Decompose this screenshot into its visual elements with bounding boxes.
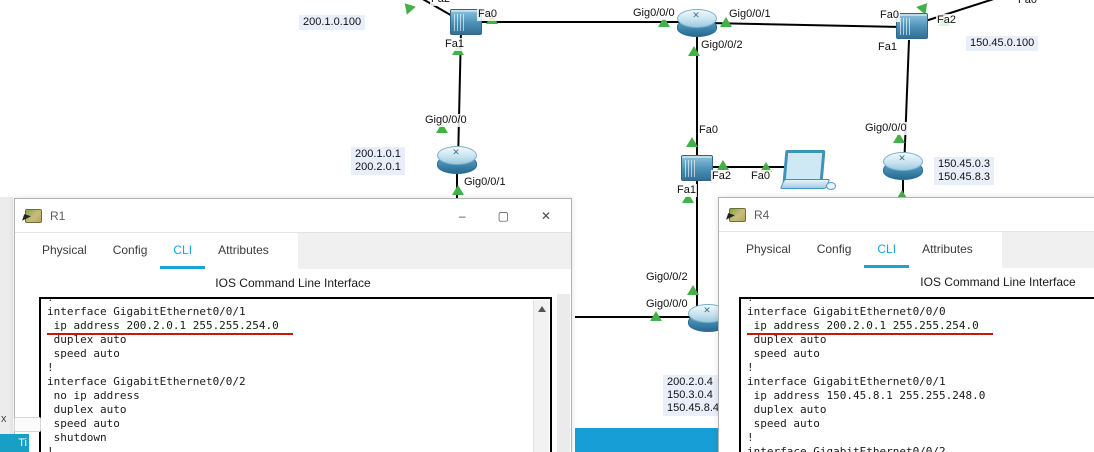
port-label: Gig0/0/0	[424, 114, 468, 127]
device-dialog-icon	[25, 208, 42, 223]
link-status-arrow	[650, 311, 662, 321]
ip-address-label: 150.45.0.3 150.45.8.3	[934, 157, 994, 185]
cli-line: duplex auto	[47, 403, 127, 416]
switch-top-right[interactable]	[896, 13, 928, 39]
bottom-left-tag: Ti	[0, 434, 29, 452]
ip-address-label: 150.45.0.100	[966, 36, 1039, 51]
pc[interactable]	[779, 150, 836, 195]
port-label: Fa2	[430, 0, 451, 6]
realtime-bar-fragment	[575, 428, 718, 452]
link-status-arrow	[686, 137, 698, 147]
port-label: Fa0	[698, 124, 719, 137]
port-label: Fa1	[444, 38, 465, 51]
port-label: Fa0	[750, 170, 771, 183]
router-r3[interactable]: ✕	[883, 152, 923, 180]
device-dialog-icon	[729, 207, 746, 222]
router-top-middle[interactable]: ✕	[677, 9, 717, 37]
tab[interactable]: Physical	[29, 233, 100, 269]
port-label: Gig0/0/2	[700, 39, 744, 52]
cli-line: !	[747, 431, 754, 444]
ip-address-label: 200.1.0.1 200.2.0.1	[351, 147, 405, 175]
ip-address-label: 200.2.0.4 150.3.0.4 150.45.8.4	[663, 375, 723, 416]
cli-line: interface GigabitEthernet0/0/2	[747, 445, 946, 452]
cli-line: shutdown	[47, 431, 107, 444]
port-label: Gig0/0/1	[463, 176, 507, 189]
cli-line: no ip address	[47, 389, 140, 402]
port-label: Fa1	[676, 184, 697, 197]
port-label: Gig0/0/0	[645, 298, 689, 311]
tab[interactable]: CLI	[864, 232, 910, 268]
cli-line: !	[747, 297, 754, 304]
window-edge-strip	[557, 294, 570, 452]
background-close-fragment: x	[1, 413, 7, 425]
link-status-arrow	[687, 285, 699, 295]
port-label: Gig0/0/0	[864, 122, 908, 135]
cli-line: !	[47, 361, 54, 374]
r4-tab-bar: Physical Config CLI Attributes	[719, 232, 1094, 268]
scroll-up-arrow-icon[interactable]	[537, 306, 546, 312]
r1-window: R1 – ▢ ✕ Physical Config CLI Attributes IOS…	[14, 198, 572, 452]
switch-middle[interactable]	[681, 155, 713, 181]
port-label: Fa0	[1017, 0, 1038, 7]
r4-window: R4 Physical Config CLI Attributes IOS Comma…	[718, 197, 1094, 452]
cli-line: speed auto	[47, 417, 120, 430]
cli-line: ip address 200.2.0.1 255.255.254.0	[747, 319, 1094, 335]
close-button[interactable]: ✕	[541, 209, 551, 223]
r1-cli-terminal[interactable]: ! interface GigabitEthernet0/0/1 ip addre…	[39, 297, 552, 452]
link-status-arrow	[688, 46, 700, 56]
r1-cli-output[interactable]: ! interface GigabitEthernet0/0/1 ip addre…	[41, 297, 550, 452]
r1-tabs: Physical Config CLI Attributes	[15, 233, 298, 269]
r4-cli-terminal[interactable]: ! interface GigabitEthernet0/0/0 ip addre…	[739, 297, 1094, 452]
cli-line: speed auto	[747, 417, 820, 430]
pc-base	[779, 179, 831, 189]
tab[interactable]: Config	[804, 232, 865, 268]
tab[interactable]: Attributes	[909, 232, 986, 268]
cli-line: interface GigabitEthernet0/0/1	[47, 305, 246, 318]
r1-cli-header: IOS Command Line Interface	[15, 269, 571, 297]
tab[interactable]: Config	[100, 233, 161, 269]
cli-line: interface GigabitEthernet0/0/1	[747, 375, 946, 388]
r1-titlebar[interactable]: R1 – ▢ ✕	[15, 199, 571, 233]
packet-tracer-workspace: ✕ ✕ ✕ ✕ Fa2 Fa0 Fa1 Gig0/0/0 Gig0/0/1 Gig0/0/…	[0, 0, 1094, 452]
r4-cli-header: IOS Command Line Interface	[719, 268, 1094, 296]
port-label: Gig0/0/2	[645, 271, 689, 284]
maximize-button[interactable]: ▢	[498, 209, 509, 223]
pc-mouse	[826, 182, 836, 190]
tab[interactable]: Physical	[733, 232, 804, 268]
background-scrollbar-fragment	[14, 417, 41, 432]
r1-window-title: R1	[50, 208, 66, 223]
r4-titlebar[interactable]: R4	[719, 198, 1094, 232]
tab[interactable]: CLI	[160, 233, 206, 269]
cli-line: interface GigabitEthernet0/0/0	[747, 305, 946, 318]
cli-line: interface GigabitEthernet0/0/2	[47, 375, 246, 388]
r1-cli-scrollbar[interactable]	[533, 300, 549, 452]
port-label: Fa2	[711, 170, 732, 183]
cli-line: speed auto	[47, 347, 120, 360]
link-status-arrow	[717, 160, 729, 170]
ip-address-label: 200.1.0.100	[299, 15, 366, 30]
cli-line: !	[747, 361, 754, 374]
tab[interactable]: Attributes	[205, 233, 282, 269]
cli-line: !	[47, 297, 54, 304]
r1-tab-bar: Physical Config CLI Attributes	[15, 233, 571, 269]
router-r1[interactable]: ✕	[437, 146, 477, 174]
cli-line: duplex auto	[747, 403, 827, 416]
port-label: Gig0/0/1	[728, 8, 772, 21]
port-label: Fa2	[936, 14, 957, 27]
r4-tabs: Physical Config CLI Attributes	[719, 232, 1002, 268]
cli-line: duplex auto	[747, 333, 827, 346]
cli-line: ip address 150.45.8.1 255.255.248.0	[747, 389, 986, 402]
cli-line: !	[47, 445, 54, 452]
port-label: Fa0	[477, 8, 498, 21]
port-label: Fa1	[877, 41, 898, 54]
r4-window-title: R4	[754, 207, 770, 222]
minimize-button[interactable]: –	[459, 209, 466, 223]
cli-line: speed auto	[747, 347, 820, 360]
r4-cli-output[interactable]: ! interface GigabitEthernet0/0/0 ip addre…	[741, 297, 1094, 452]
port-label: Gig0/0/0	[632, 7, 676, 20]
cli-line: duplex auto	[47, 333, 127, 346]
port-label: Fa0	[879, 9, 900, 22]
cli-line: ip address 200.2.0.1 255.255.254.0	[47, 319, 550, 335]
